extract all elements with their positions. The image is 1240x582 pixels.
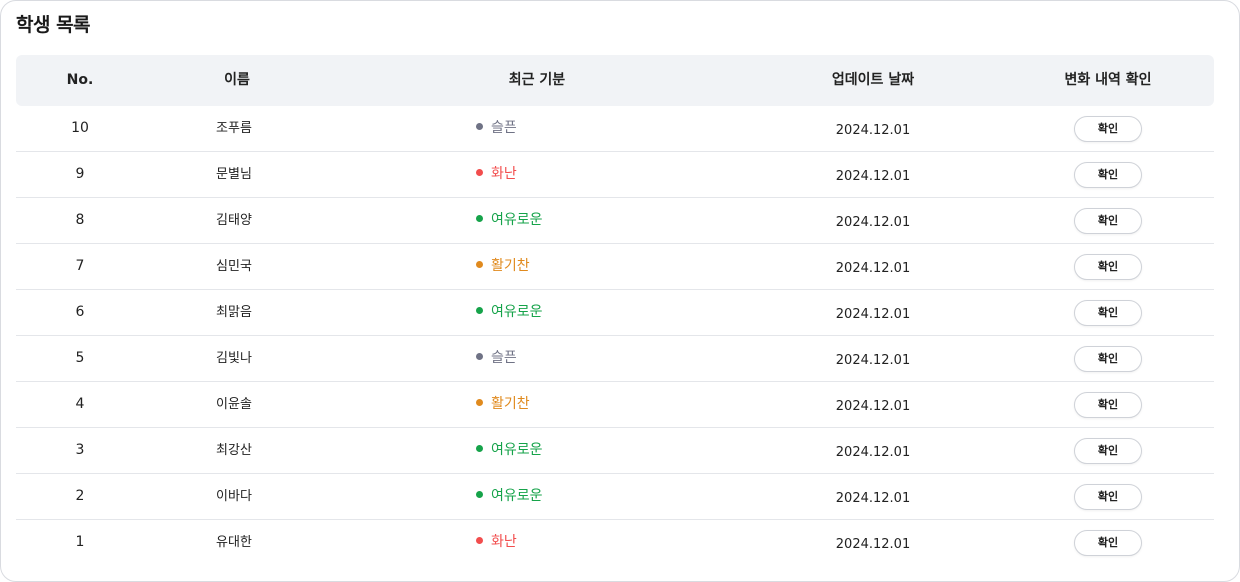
mood-label: 여유로운: [491, 488, 543, 504]
row-number: 3: [75, 442, 85, 458]
mood-label: 활기찬: [491, 258, 530, 274]
mood-dot-icon: [476, 260, 483, 268]
student-name: 김빛나: [216, 351, 252, 366]
table-body: 10 조푸름 슬픈 2024.12.01 확인 9 문별님 화난 2024.12.01 확인 8 김태…: [16, 106, 1214, 565]
student-name: 심민국: [216, 259, 252, 274]
mood-label: 슬픈: [491, 120, 517, 136]
update-date: 2024.12.01: [835, 123, 911, 138]
mood-status: 화난: [476, 520, 517, 565]
mood-dot-icon: [476, 214, 483, 222]
mood-label: 화난: [491, 534, 517, 550]
row-number: 5: [75, 350, 85, 366]
confirm-history-button[interactable]: 확인: [1074, 392, 1142, 418]
header-mood: 최근 기분: [508, 72, 566, 88]
update-date: 2024.12.01: [835, 307, 911, 322]
confirm-history-button[interactable]: 확인: [1074, 116, 1142, 142]
mood-dot-icon: [476, 444, 483, 452]
table-row: 6 최맑음 여유로운 2024.12.01 확인: [16, 290, 1214, 336]
mood-status: 여유로운: [476, 290, 543, 335]
student-name: 문별님: [216, 167, 252, 182]
student-name: 이윤솔: [216, 397, 252, 412]
update-date: 2024.12.01: [835, 537, 911, 552]
update-date: 2024.12.01: [835, 491, 911, 506]
mood-label: 여유로운: [491, 304, 543, 320]
student-name: 조푸름: [216, 121, 252, 136]
header-date: 업데이트 날짜: [831, 72, 915, 88]
row-number: 9: [75, 166, 85, 182]
mood-dot-icon: [476, 352, 483, 360]
confirm-history-button[interactable]: 확인: [1074, 208, 1142, 234]
row-number: 8: [75, 212, 85, 228]
row-number: 6: [75, 304, 85, 320]
table-row: 8 김태양 여유로운 2024.12.01 확인: [16, 198, 1214, 244]
mood-status: 활기찬: [476, 244, 530, 289]
table-row: 1 유대한 화난 2024.12.01 확인: [16, 520, 1214, 565]
header-no: No.: [66, 72, 94, 88]
mood-status: 화난: [476, 152, 517, 197]
mood-label: 슬픈: [491, 350, 517, 366]
row-number: 7: [75, 258, 85, 274]
mood-label: 여유로운: [491, 442, 543, 458]
header-history: 변화 내역 확인: [1064, 72, 1152, 88]
confirm-history-button[interactable]: 확인: [1074, 162, 1142, 188]
mood-status: 슬픈: [476, 106, 517, 151]
mood-status: 여유로운: [476, 428, 543, 473]
student-name: 최강산: [216, 443, 252, 458]
table-row: 9 문별님 화난 2024.12.01 확인: [16, 152, 1214, 198]
table-row: 5 김빛나 슬픈 2024.12.01 확인: [16, 336, 1214, 382]
header-name: 이름: [224, 72, 250, 88]
update-date: 2024.12.01: [835, 353, 911, 368]
table-row: 7 심민국 활기찬 2024.12.01 확인: [16, 244, 1214, 290]
table-header: No. 이름 최근 기분 업데이트 날짜 변화 내역 확인: [16, 55, 1214, 106]
confirm-history-button[interactable]: 확인: [1074, 254, 1142, 280]
confirm-history-button[interactable]: 확인: [1074, 484, 1142, 510]
mood-label: 활기찬: [491, 396, 530, 412]
student-name: 유대한: [216, 535, 252, 550]
mood-dot-icon: [476, 398, 483, 406]
student-name: 이바다: [216, 489, 252, 504]
mood-dot-icon: [476, 168, 483, 176]
update-date: 2024.12.01: [835, 445, 911, 460]
mood-label: 화난: [491, 166, 517, 182]
student-name: 김태양: [216, 213, 252, 228]
confirm-history-button[interactable]: 확인: [1074, 530, 1142, 556]
row-number: 10: [71, 120, 89, 136]
student-name: 최맑음: [216, 305, 252, 320]
update-date: 2024.12.01: [835, 261, 911, 276]
mood-dot-icon: [476, 490, 483, 498]
mood-status: 여유로운: [476, 198, 543, 243]
row-number: 2: [75, 488, 85, 504]
confirm-history-button[interactable]: 확인: [1074, 346, 1142, 372]
mood-status: 슬픈: [476, 336, 517, 381]
table-row: 3 최강산 여유로운 2024.12.01 확인: [16, 428, 1214, 474]
student-list-card: 학생 목록 No. 이름 최근 기분 업데이트 날짜 변화 내역 확인 10 조푸…: [0, 0, 1240, 582]
mood-status: 여유로운: [476, 474, 543, 519]
table-row: 4 이윤솔 활기찬 2024.12.01 확인: [16, 382, 1214, 428]
page-title: 학생 목록: [16, 14, 91, 36]
confirm-history-button[interactable]: 확인: [1074, 300, 1142, 326]
update-date: 2024.12.01: [835, 169, 911, 184]
row-number: 1: [75, 534, 85, 550]
update-date: 2024.12.01: [835, 399, 911, 414]
mood-dot-icon: [476, 122, 483, 130]
row-number: 4: [75, 396, 85, 412]
update-date: 2024.12.01: [835, 215, 911, 230]
confirm-history-button[interactable]: 확인: [1074, 438, 1142, 464]
mood-dot-icon: [476, 306, 483, 314]
table-row: 2 이바다 여유로운 2024.12.01 확인: [16, 474, 1214, 520]
mood-dot-icon: [476, 536, 483, 544]
table-row: 10 조푸름 슬픈 2024.12.01 확인: [16, 106, 1214, 152]
mood-label: 여유로운: [491, 212, 543, 228]
mood-status: 활기찬: [476, 382, 530, 427]
